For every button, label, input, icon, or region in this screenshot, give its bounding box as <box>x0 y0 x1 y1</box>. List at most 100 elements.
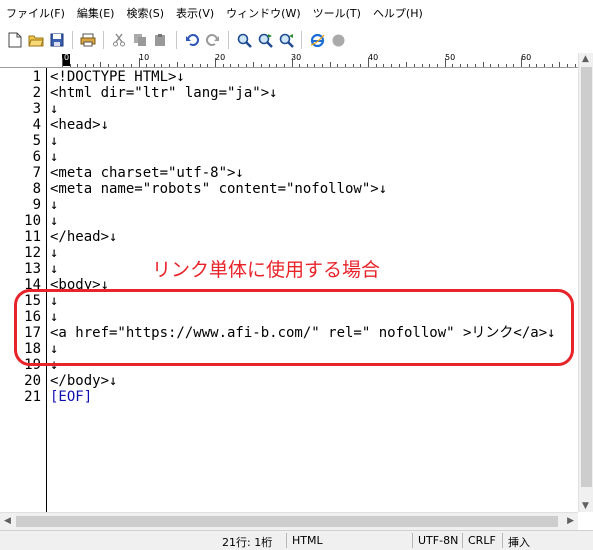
toolbar-separator <box>176 31 177 49</box>
status-line-ending[interactable]: CRLF <box>468 534 496 547</box>
ruler-tick <box>107 64 109 67</box>
ruler-tick <box>153 64 155 67</box>
menu-window[interactable]: ウィンドウ(W) <box>220 0 306 27</box>
search-prev-icon[interactable] <box>277 31 295 49</box>
ruler-mark: 60 <box>521 53 532 62</box>
line-number: 8 <box>32 181 41 197</box>
redo-icon[interactable] <box>204 31 222 49</box>
code-line: ↓ <box>50 213 59 229</box>
annotation-label: リンク単体に使用する場合 <box>152 259 381 281</box>
code-line: ↓ <box>50 149 59 165</box>
toolbar <box>0 27 593 53</box>
horizontal-scroll-thumb[interactable] <box>16 516 558 527</box>
ruler-tick <box>436 64 438 67</box>
ruler-tick <box>368 58 369 67</box>
ruler-tick <box>138 58 140 67</box>
code-line: ↓ <box>50 101 59 117</box>
ruler-tick <box>291 58 293 67</box>
menu-file[interactable]: ファイル(F) <box>0 0 71 27</box>
status-bar: 21行: 1桁 HTML UTF-8N CRLF 挿入 <box>0 530 593 550</box>
open-folder-icon[interactable] <box>27 31 45 49</box>
status-separator <box>286 533 287 548</box>
code-line: ↓ <box>50 133 59 149</box>
horizontal-scrollbar[interactable]: ◀ ▶ <box>0 512 578 530</box>
ruler-tick <box>260 64 262 67</box>
column-ruler: 0 10 20 30 40 50 60 <box>48 53 578 68</box>
paste-icon[interactable] <box>152 31 170 49</box>
status-insert-mode[interactable]: 挿入 <box>508 534 530 550</box>
line-number: 11 <box>24 229 41 245</box>
menu-view[interactable]: 表示(V) <box>170 0 220 27</box>
status-separator <box>502 533 503 548</box>
search-icon[interactable] <box>235 31 253 49</box>
annotation-highlight-box <box>14 289 574 366</box>
scroll-right-icon[interactable]: ▶ <box>567 516 574 526</box>
line-number: 13 <box>24 261 41 277</box>
ruler-tick <box>566 64 568 67</box>
line-number: 9 <box>32 197 41 213</box>
ruler-tick <box>482 62 484 67</box>
ruler-tick <box>192 64 194 67</box>
ruler-mark: 30 <box>291 53 302 62</box>
new-file-icon[interactable] <box>6 31 24 49</box>
line-number: 20 <box>24 373 41 389</box>
code-line: <!DOCTYPE HTML>↓ <box>50 69 185 85</box>
code-line: </body>↓ <box>50 373 118 389</box>
ruler-tick <box>314 64 316 67</box>
scroll-down-icon[interactable]: ▼ <box>582 501 589 511</box>
ruler-tick <box>222 64 224 67</box>
ruler-tick <box>161 64 163 67</box>
ruler-corner <box>0 53 48 68</box>
search-next-icon[interactable] <box>256 31 274 49</box>
status-cursor-position: 21行: 1桁 <box>222 536 273 549</box>
record-icon[interactable] <box>329 31 347 49</box>
ruler-tick <box>184 64 186 67</box>
ruler-tick <box>543 64 545 67</box>
print-icon[interactable] <box>79 31 97 49</box>
status-encoding[interactable]: UTF-8N <box>418 534 458 547</box>
line-number: 5 <box>32 133 41 149</box>
ruler-tick <box>421 64 423 67</box>
ruler-mark: 40 <box>368 53 379 62</box>
line-number: 2 <box>32 85 41 101</box>
menu-tools[interactable]: ツール(T) <box>307 0 367 27</box>
ruler-tick <box>245 64 247 67</box>
ruler-tick <box>176 62 178 67</box>
code-line: ↓ <box>50 197 59 213</box>
ruler-tick <box>169 64 171 67</box>
line-number: 3 <box>32 101 41 117</box>
vertical-scrollbar[interactable]: ▲ ▼ <box>578 53 593 512</box>
toolbar-separator <box>228 31 229 49</box>
ruler-tick <box>337 64 339 67</box>
menu-edit[interactable]: 編集(E) <box>71 0 121 27</box>
line-number: 6 <box>32 149 41 165</box>
ruler-tick <box>452 64 454 67</box>
ruler-tick <box>536 64 538 67</box>
line-number: 10 <box>24 213 41 229</box>
ruler-tick <box>528 64 530 67</box>
ruler-tick <box>306 64 308 67</box>
ruler-tick <box>398 64 400 67</box>
scroll-up-icon[interactable]: ▲ <box>582 54 589 64</box>
menu-search[interactable]: 検索(S) <box>120 0 170 27</box>
toolbar-separator <box>301 31 302 49</box>
browser-icon[interactable] <box>308 31 326 49</box>
ruler-tick <box>490 64 492 67</box>
copy-icon[interactable] <box>131 31 149 49</box>
ruler-tick <box>429 64 431 67</box>
ruler-tick <box>77 64 79 67</box>
menu-help[interactable]: ヘルプ(H) <box>367 0 429 27</box>
save-icon[interactable] <box>48 31 66 49</box>
status-file-mode[interactable]: HTML <box>292 534 323 547</box>
vertical-scroll-thumb[interactable] <box>581 67 592 487</box>
cut-icon[interactable] <box>110 31 128 49</box>
ruler-tick <box>413 64 415 67</box>
line-number: 4 <box>32 117 41 133</box>
ruler-tick <box>215 58 216 67</box>
ruler-tick <box>352 64 354 67</box>
scroll-left-icon[interactable]: ◀ <box>4 516 11 526</box>
ruler-tick <box>283 64 285 67</box>
undo-icon[interactable] <box>183 31 201 49</box>
ruler-tick <box>521 58 522 67</box>
ruler-tick <box>123 64 125 67</box>
